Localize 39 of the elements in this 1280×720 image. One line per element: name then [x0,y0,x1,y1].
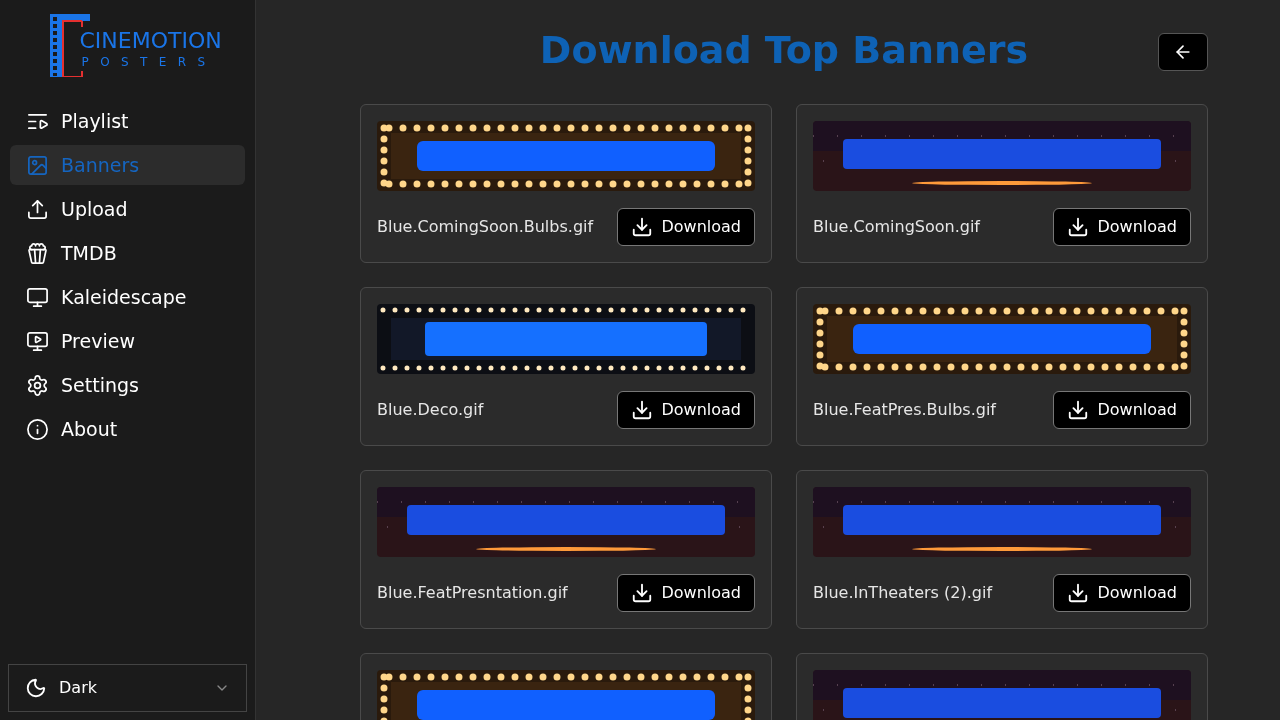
download-icon [631,399,654,421]
download-icon [1067,582,1090,604]
download-icon [1067,399,1090,421]
upload-icon [26,197,49,221]
sidebar-item[interactable]: Settings [10,365,245,405]
popcorn-icon [26,241,49,265]
logo-subtitle: POSTERS [81,56,217,68]
file-name: Blue.Deco.gif [377,399,484,421]
sidebar-item[interactable]: About [10,409,245,449]
theme-select[interactable]: Dark [8,664,247,712]
download-button[interactable]: Download [617,208,755,246]
sidebar-item[interactable]: TMDB [10,233,245,273]
download-button[interactable]: Download [1053,574,1191,612]
sidebar-item[interactable]: Preview [10,321,245,361]
file-name: Blue.InTheaters (2).gif [813,582,992,604]
back-button[interactable] [1158,33,1208,71]
download-icon [1067,216,1090,238]
sidebar-item[interactable]: Playlist [10,101,245,141]
sidebar-item[interactable]: Kaleidescape [10,277,245,317]
download-button[interactable]: Download [1053,391,1191,429]
monitor-icon [26,285,49,309]
download-button[interactable]: Download [1053,208,1191,246]
download-button[interactable]: Download [617,391,755,429]
file-name: Blue.FeatPresntation.gif [377,582,568,604]
monitor-play-icon [26,329,49,353]
file-name: Blue.FeatPres.Bulbs.gif [813,399,996,421]
settings-icon [26,373,49,397]
logo-title: CINEMOTION [79,30,222,52]
image-icon [26,153,49,177]
moon-icon [25,677,47,699]
download-button[interactable]: Download [617,574,755,612]
file-name: Blue.ComingSoon.Bulbs.gif [377,216,594,238]
download-icon [631,216,654,238]
sidebar-item[interactable]: Upload [10,189,245,229]
download-icon [631,582,654,604]
info-icon [26,417,49,441]
file-name: Blue.ComingSoon.gif [813,216,980,238]
page-title: Download Top Banners [539,26,1029,74]
logo[interactable]: CINEMOTION POSTERS [49,14,226,77]
